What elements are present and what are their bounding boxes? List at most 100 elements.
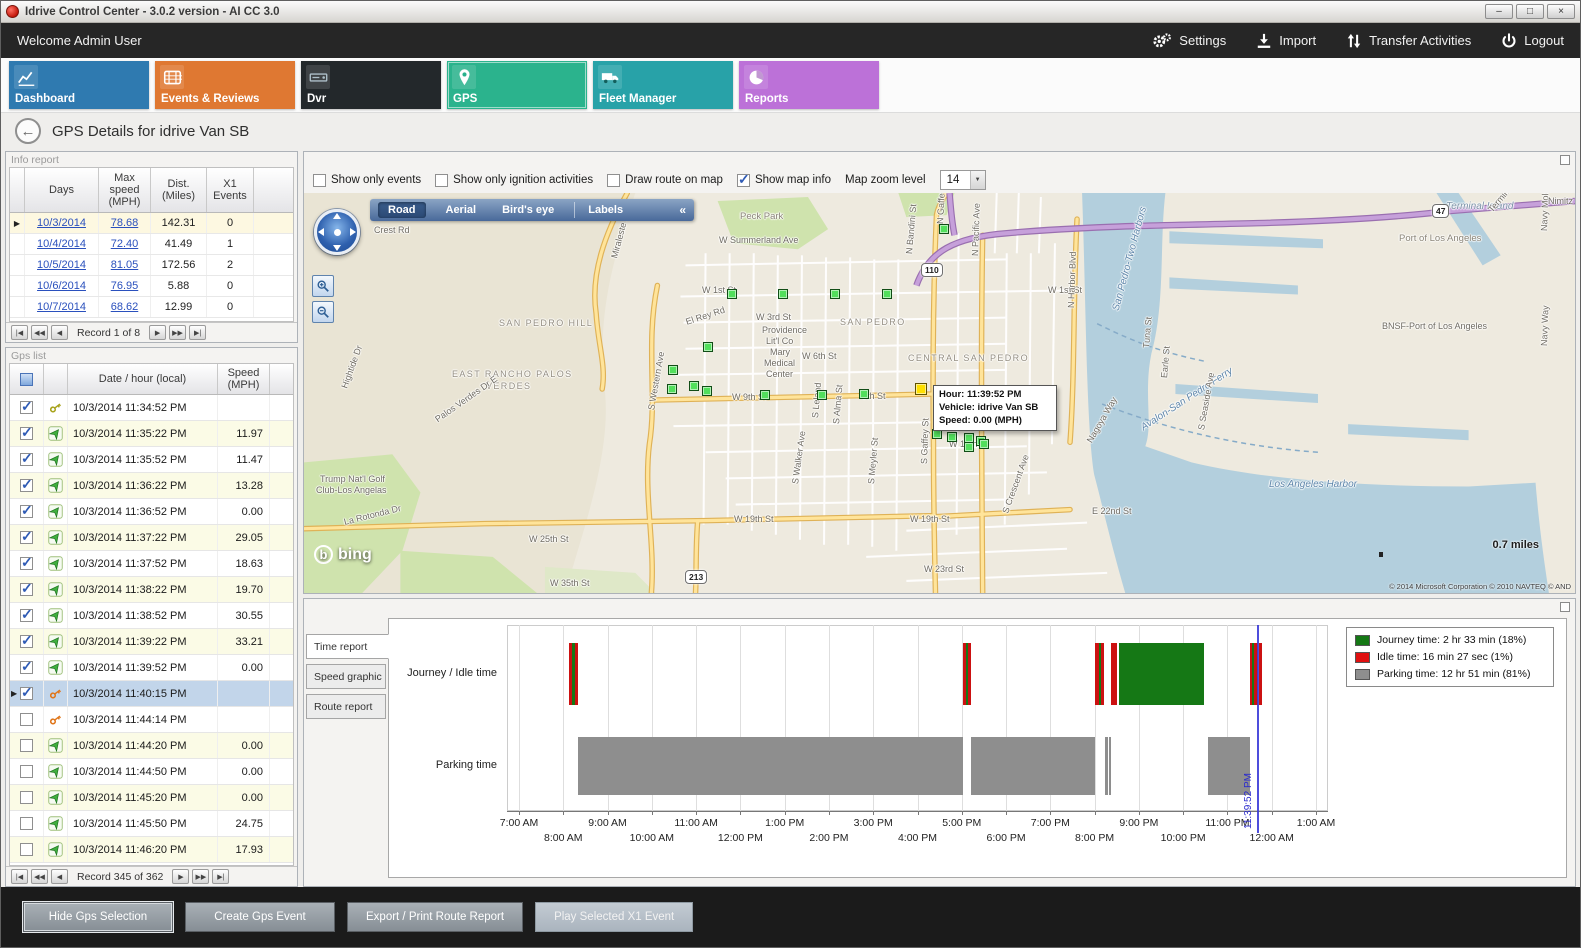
route-marker[interactable] bbox=[778, 289, 788, 299]
row-select-cell[interactable] bbox=[10, 655, 44, 680]
chart-panel-collapse-button[interactable] bbox=[1560, 602, 1570, 612]
row-select-cell[interactable] bbox=[10, 499, 44, 524]
info-row[interactable]: 10/4/201472.4041.491 bbox=[10, 234, 293, 255]
row-select-cell[interactable] bbox=[10, 733, 44, 758]
route-marker[interactable] bbox=[964, 442, 974, 452]
pager-next-button[interactable]: ▶ bbox=[149, 325, 166, 340]
pager-prev-page-button[interactable]: ◀◀ bbox=[31, 869, 48, 884]
map-view-tab-bird-s-eye[interactable]: Bird's eye bbox=[496, 202, 560, 218]
row-checkbox[interactable] bbox=[20, 739, 33, 752]
map-compass-control[interactable] bbox=[314, 209, 360, 255]
map-zoom-out-button[interactable] bbox=[312, 301, 334, 323]
import-button[interactable]: Import bbox=[1256, 33, 1316, 49]
day-link[interactable]: 10/3/2014 bbox=[37, 217, 86, 229]
route-marker[interactable] bbox=[830, 289, 840, 299]
map-panel-collapse-button[interactable] bbox=[1560, 155, 1570, 165]
checkbox-show-only-events[interactable]: Show only events bbox=[313, 174, 421, 187]
day-link[interactable]: 10/5/2014 bbox=[37, 259, 86, 271]
hide-gps-selection-button[interactable]: Hide Gps Selection bbox=[23, 902, 173, 932]
row-select-cell[interactable] bbox=[10, 811, 44, 836]
chart-tab-time-report[interactable]: Time report bbox=[306, 634, 389, 659]
row-select-cell[interactable] bbox=[10, 577, 44, 602]
row-checkbox[interactable] bbox=[20, 583, 33, 596]
gps-row[interactable]: 10/3/2014 11:44:50 PM0.00 bbox=[10, 759, 293, 785]
chart-tab-route-report[interactable]: Route report bbox=[306, 694, 386, 719]
route-marker[interactable] bbox=[668, 365, 678, 375]
route-marker[interactable] bbox=[727, 289, 737, 299]
export-print-route-report-button[interactable]: Export / Print Route Report bbox=[347, 902, 523, 932]
nav-tab-dvr[interactable]: Dvr bbox=[301, 61, 441, 109]
gps-row[interactable]: 10/3/2014 11:39:52 PM0.00 bbox=[10, 655, 293, 681]
route-marker[interactable] bbox=[859, 389, 869, 399]
gps-row[interactable]: 10/3/2014 11:46:20 PM17.93 bbox=[10, 837, 293, 863]
route-marker[interactable] bbox=[760, 390, 770, 400]
max-speed-link[interactable]: 78.68 bbox=[111, 217, 139, 229]
row-checkbox[interactable] bbox=[20, 557, 33, 570]
checkbox-draw-route-on-map[interactable]: Draw route on map bbox=[607, 174, 723, 187]
gps-row[interactable]: ▶10/3/2014 11:40:15 PM bbox=[10, 681, 293, 707]
route-marker[interactable] bbox=[939, 224, 949, 234]
settings-button[interactable]: Settings bbox=[1152, 32, 1226, 49]
gps-row[interactable]: 10/3/2014 11:36:52 PM0.00 bbox=[10, 499, 293, 525]
gps-row[interactable]: 10/3/2014 11:39:22 PM33.21 bbox=[10, 629, 293, 655]
pager-first-button[interactable]: |◀ bbox=[11, 325, 28, 340]
row-checkbox[interactable] bbox=[20, 427, 33, 440]
row-checkbox[interactable] bbox=[20, 661, 33, 674]
row-select-cell[interactable] bbox=[10, 473, 44, 498]
row-checkbox[interactable] bbox=[20, 817, 33, 830]
route-marker[interactable] bbox=[702, 386, 712, 396]
transfer-activities-button[interactable]: Transfer Activities bbox=[1346, 33, 1471, 49]
route-marker[interactable] bbox=[689, 381, 699, 391]
row-select-cell[interactable] bbox=[10, 837, 44, 862]
route-marker[interactable] bbox=[947, 432, 957, 442]
max-speed-link[interactable]: 81.05 bbox=[111, 259, 139, 271]
map-tabs-collapse-button[interactable]: « bbox=[679, 203, 686, 217]
pager-next-button[interactable]: ▶ bbox=[172, 869, 189, 884]
row-select-cell[interactable] bbox=[10, 525, 44, 550]
row-select-cell[interactable] bbox=[10, 447, 44, 472]
route-marker[interactable] bbox=[667, 384, 677, 394]
row-select-cell[interactable] bbox=[10, 421, 44, 446]
minimize-button[interactable]: – bbox=[1485, 4, 1513, 19]
pager-prev-button[interactable]: ◀ bbox=[51, 325, 68, 340]
back-button[interactable] bbox=[15, 118, 41, 144]
route-marker[interactable] bbox=[703, 342, 713, 352]
max-speed-link[interactable]: 76.95 bbox=[111, 280, 139, 292]
logout-button[interactable]: Logout bbox=[1501, 33, 1564, 49]
pager-first-button[interactable]: |◀ bbox=[11, 869, 28, 884]
selected-route-marker[interactable] bbox=[915, 383, 927, 395]
info-row[interactable]: 10/6/201476.955.880 bbox=[10, 276, 293, 297]
nav-tab-gps[interactable]: GPS bbox=[447, 61, 587, 109]
info-row[interactable]: 10/5/201481.05172.562 bbox=[10, 255, 293, 276]
map-zoom-select[interactable]: 14 bbox=[940, 170, 986, 190]
row-checkbox[interactable] bbox=[20, 765, 33, 778]
row-checkbox[interactable] bbox=[20, 791, 33, 804]
nav-tab-events-reviews[interactable]: Events & Reviews bbox=[155, 61, 295, 109]
day-link[interactable]: 10/7/2014 bbox=[37, 301, 86, 313]
row-checkbox[interactable] bbox=[20, 635, 33, 648]
map-zoom-in-button[interactable] bbox=[312, 275, 334, 297]
day-link[interactable]: 10/4/2014 bbox=[37, 238, 86, 250]
day-link[interactable]: 10/6/2014 bbox=[37, 280, 86, 292]
pager-prev-button[interactable]: ◀ bbox=[51, 869, 68, 884]
route-marker[interactable] bbox=[979, 439, 989, 449]
row-select-cell[interactable] bbox=[10, 551, 44, 576]
gps-row[interactable]: 10/3/2014 11:34:52 PM bbox=[10, 395, 293, 421]
pager-last-button[interactable]: ▶| bbox=[212, 869, 229, 884]
map-view-tab-aerial[interactable]: Aerial bbox=[440, 202, 483, 218]
map-view-tab-labels[interactable]: Labels bbox=[574, 202, 629, 218]
close-button[interactable]: × bbox=[1547, 4, 1575, 19]
route-marker[interactable] bbox=[817, 390, 827, 400]
gps-row[interactable]: 10/3/2014 11:37:22 PM29.05 bbox=[10, 525, 293, 551]
row-checkbox[interactable] bbox=[20, 453, 33, 466]
max-speed-link[interactable]: 68.62 bbox=[111, 301, 139, 313]
maximize-button[interactable]: □ bbox=[1516, 4, 1544, 19]
pager-next-page-button[interactable]: ▶▶ bbox=[169, 325, 186, 340]
create-gps-event-button[interactable]: Create Gps Event bbox=[185, 902, 335, 932]
route-marker[interactable] bbox=[882, 289, 892, 299]
row-checkbox[interactable] bbox=[20, 843, 33, 856]
row-checkbox[interactable] bbox=[20, 687, 33, 700]
row-checkbox[interactable] bbox=[20, 505, 33, 518]
chart-tab-speed-graphic[interactable]: Speed graphic bbox=[306, 664, 386, 689]
row-checkbox[interactable] bbox=[20, 531, 33, 544]
